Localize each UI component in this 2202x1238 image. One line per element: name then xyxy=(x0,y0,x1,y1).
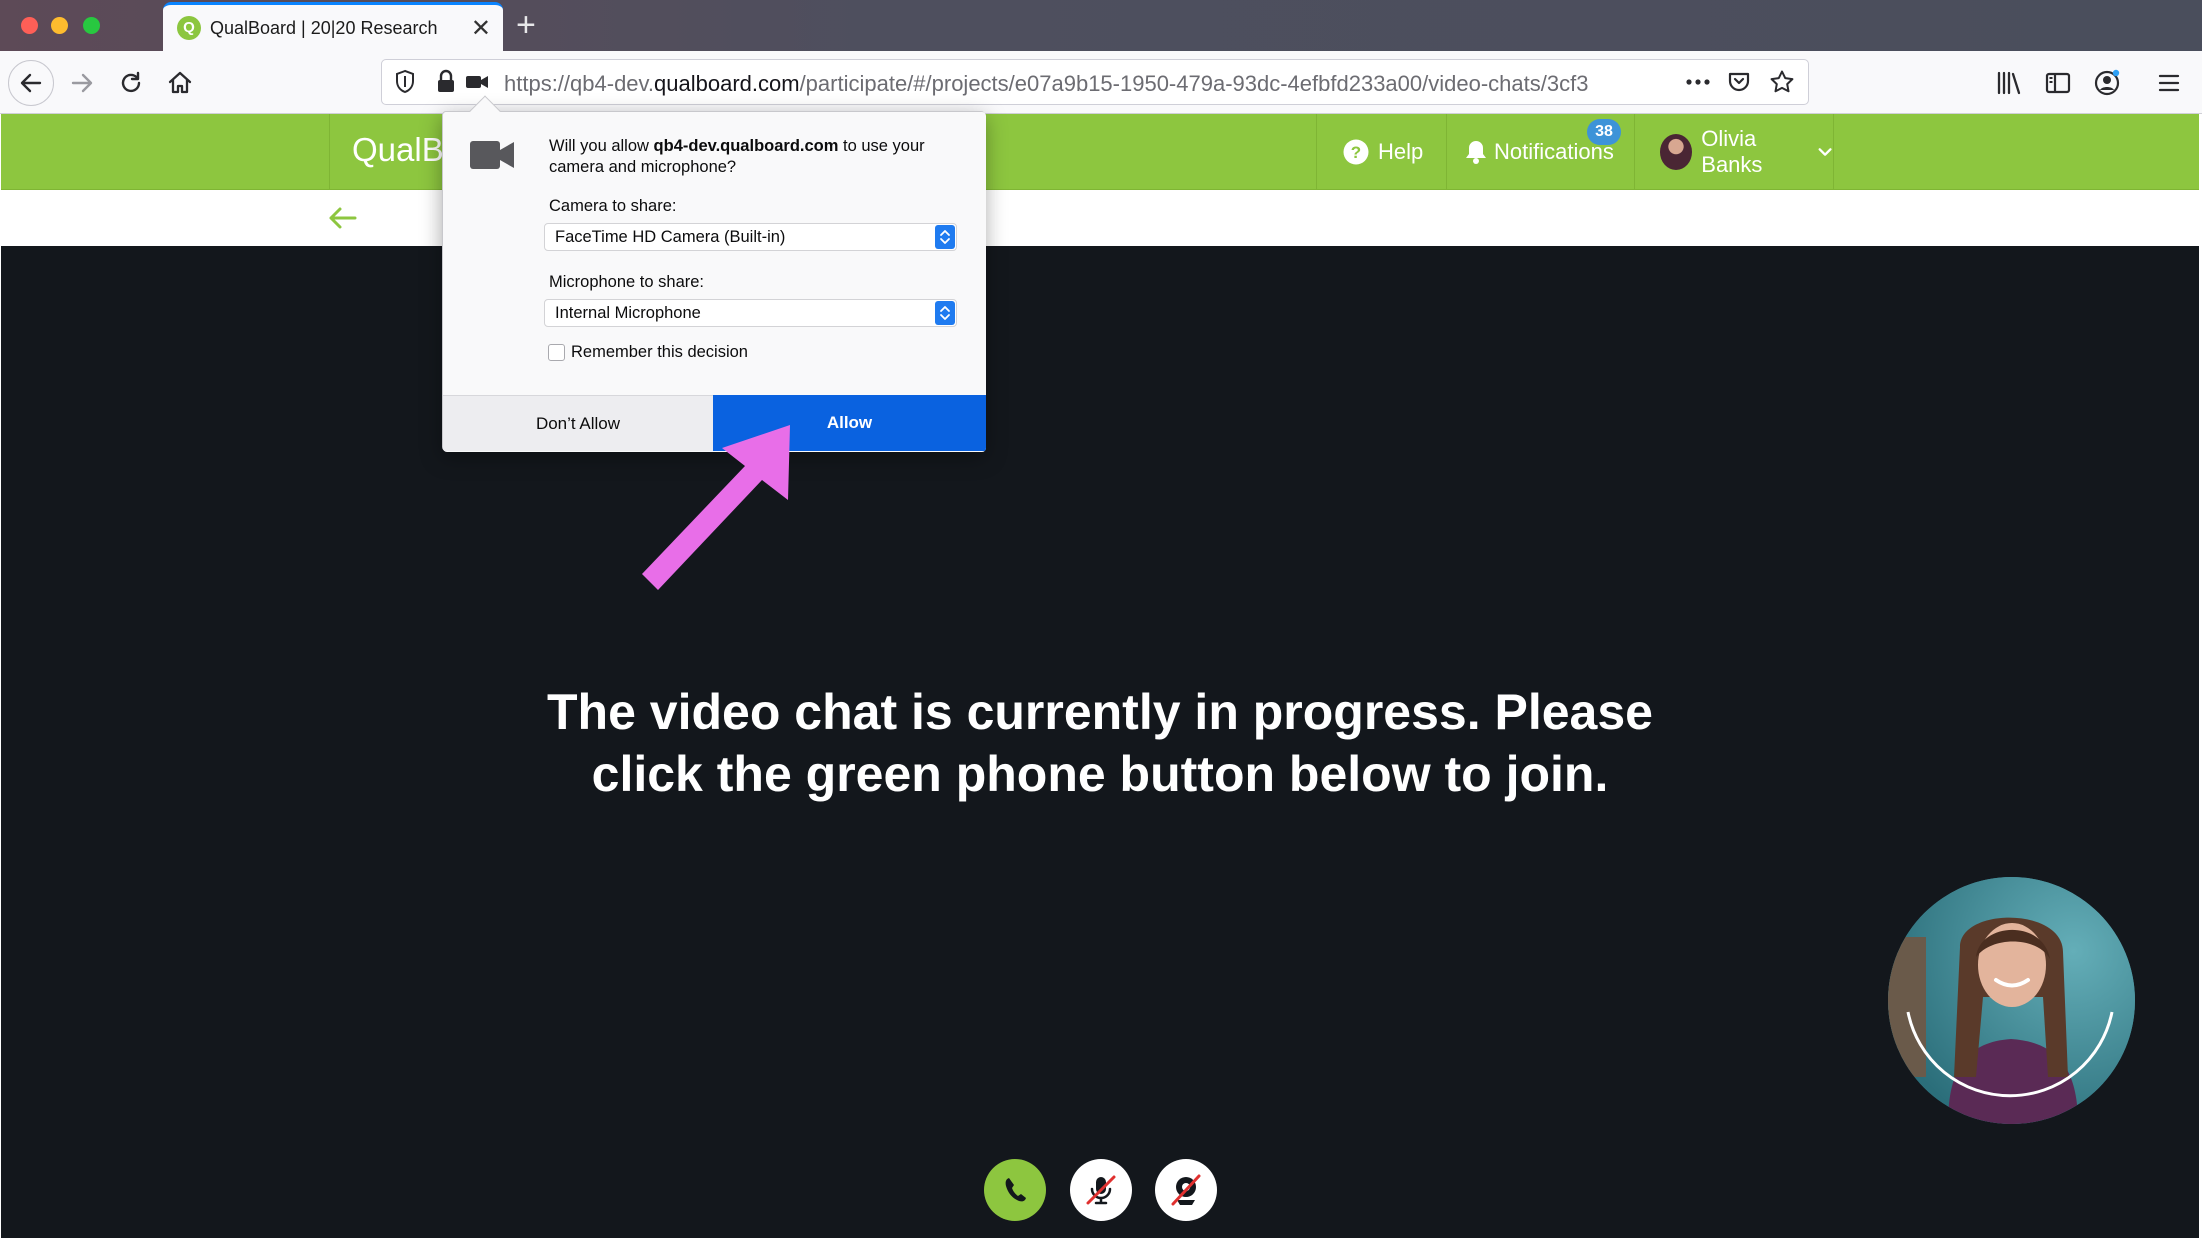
qualboard-favicon-icon: Q xyxy=(177,16,201,40)
bell-icon xyxy=(1466,141,1486,164)
sub-nav-bar xyxy=(1,190,2199,246)
notifications-link[interactable]: Notifications 38 xyxy=(1446,114,1634,190)
permission-question: Will you allow qb4-dev.qualboard.com to … xyxy=(549,137,925,176)
window-close-button[interactable] xyxy=(21,17,38,34)
more-icon[interactable] xyxy=(1685,72,1711,97)
help-icon: ? xyxy=(1343,139,1369,165)
account-icon[interactable] xyxy=(2084,60,2130,106)
notifications-badge: 38 xyxy=(1587,119,1621,145)
pocket-icon[interactable] xyxy=(1727,69,1751,100)
lock-icon[interactable] xyxy=(435,69,457,100)
camera-off-icon xyxy=(1171,1174,1201,1206)
shield-icon[interactable] xyxy=(394,69,416,100)
browser-nav-bar: https://qb4-dev.qualboard.com/participat… xyxy=(0,51,2202,114)
microphone-select-label: Microphone to share: xyxy=(549,273,705,291)
site-header: QualB ? Help Notifications 38 Olivia Ban… xyxy=(1,114,2199,190)
browser-tab-active[interactable]: Q QualBoard | 20|20 Research ✕ xyxy=(163,2,503,51)
reload-icon[interactable] xyxy=(108,60,154,106)
qualboard-logo[interactable]: QualB xyxy=(329,114,449,190)
message-line-2: click the green phone button below to jo… xyxy=(591,746,1609,802)
url-text[interactable]: https://qb4-dev.qualboard.com/participat… xyxy=(504,71,1664,97)
user-menu[interactable]: Olivia Banks xyxy=(1634,114,1834,190)
camera-select-value: FaceTime HD Camera (Built-in) xyxy=(555,228,786,246)
select-arrows-icon xyxy=(935,225,955,249)
join-call-button[interactable] xyxy=(984,1159,1046,1221)
camera-permission-dialog: Will you allow qb4-dev.qualboard.com to … xyxy=(442,95,986,452)
video-chat-message: The video chat is currently in progress.… xyxy=(1,681,2199,805)
home-icon[interactable] xyxy=(157,60,203,106)
back-arrow-icon[interactable] xyxy=(326,205,358,236)
tab-title: QualBoard | 20|20 Research xyxy=(210,18,438,38)
new-tab-button[interactable]: + xyxy=(516,6,536,45)
camera-permission-icon[interactable] xyxy=(464,69,490,100)
tab-close-icon[interactable]: ✕ xyxy=(471,14,491,43)
microphone-select[interactable]: Internal Microphone xyxy=(544,299,957,327)
video-camera-icon xyxy=(469,138,515,177)
select-arrows-icon xyxy=(935,301,955,325)
remember-decision-checkbox[interactable] xyxy=(548,344,565,361)
help-link[interactable]: ? Help xyxy=(1316,114,1446,190)
self-view-video xyxy=(1888,877,2135,1124)
camera-toggle-button[interactable] xyxy=(1155,1159,1217,1221)
phone-icon xyxy=(1005,1178,1026,1202)
avatar xyxy=(1660,134,1693,170)
camera-select[interactable]: FaceTime HD Camera (Built-in) xyxy=(544,223,957,251)
logo-text: QualB xyxy=(352,131,444,168)
dont-allow-button[interactable]: Don’t Allow xyxy=(443,395,713,451)
mute-toggle-button[interactable] xyxy=(1070,1159,1132,1221)
forward-icon[interactable] xyxy=(59,60,105,106)
microphone-select-value: Internal Microphone xyxy=(555,304,701,322)
chevron-down-icon xyxy=(1818,148,1832,156)
library-icon[interactable] xyxy=(1986,60,2032,106)
menu-icon[interactable] xyxy=(2146,60,2192,106)
back-icon[interactable] xyxy=(8,60,54,106)
sidebar-icon[interactable] xyxy=(2035,60,2081,106)
remember-decision-label: Remember this decision xyxy=(571,343,748,361)
svg-text:?: ? xyxy=(1351,143,1361,162)
window-minimize-button[interactable] xyxy=(51,17,68,34)
message-line-1: The video chat is currently in progress.… xyxy=(547,684,1653,740)
video-chat-stage: The video chat is currently in progress.… xyxy=(1,246,2199,1238)
bookmark-star-icon[interactable] xyxy=(1769,69,1795,100)
browser-tab-bar: Q QualBoard | 20|20 Research ✕ + xyxy=(0,0,2202,51)
camera-select-label: Camera to share: xyxy=(549,197,677,215)
allow-button[interactable]: Allow xyxy=(713,395,986,451)
user-name: Olivia Banks xyxy=(1701,126,1763,177)
help-label: Help xyxy=(1378,139,1424,164)
url-bar[interactable]: https://qb4-dev.qualboard.com/participat… xyxy=(381,59,1809,105)
window-zoom-button[interactable] xyxy=(83,17,100,34)
mic-muted-icon xyxy=(1086,1175,1116,1205)
